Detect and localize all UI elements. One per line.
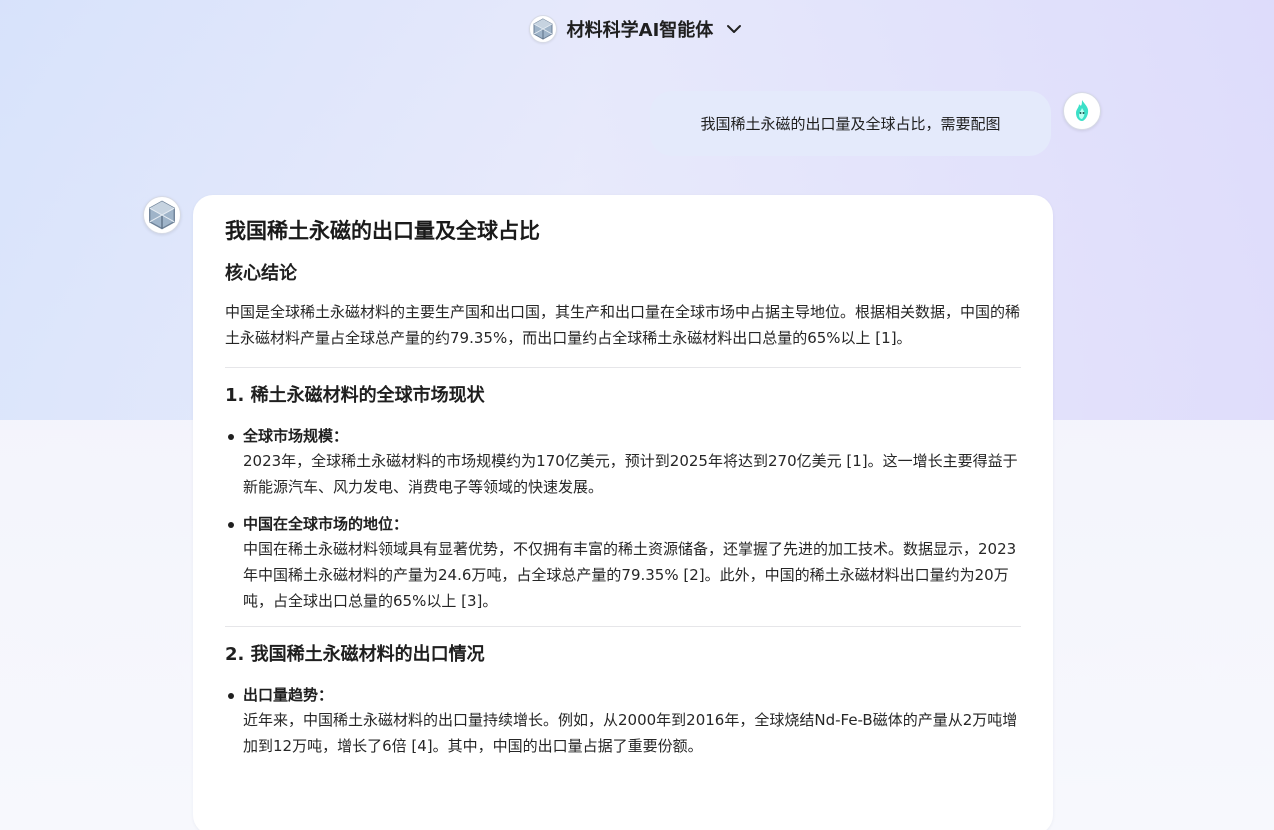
list-item: 中国在全球市场的地位： 中国在稀土永磁材料领域具有显著优势，不仅拥有丰富的稀土资… — [225, 512, 1021, 614]
assistant-avatar — [143, 196, 181, 234]
core-conclusion-text: 中国是全球稀土永磁材料的主要生产国和出口国，其生产和出口量在全球市场中占据主导地… — [225, 303, 1021, 347]
crystal-lattice-icon — [528, 15, 557, 43]
answer-title: 我国稀土永磁的出口量及全球占比 — [225, 219, 540, 243]
list-item-text: 中国在稀土永磁材料领域具有显著优势，不仅拥有丰富的稀土资源储备，还掌握了先进的加… — [243, 540, 1017, 610]
app-title: 材料科学AI智能体 — [566, 20, 714, 41]
list-item-label: 出口量趋势： — [243, 686, 334, 704]
user-message-bubble: 我国稀土永磁的出口量及全球占比，需要配图 — [650, 91, 1051, 156]
bullet-list: 出口量趋势： 近年来，中国稀土永磁材料的出口量持续增长。例如，从2000年到20… — [225, 683, 1021, 759]
assistant-answer-card: 我国稀土永磁的出口量及全球占比 核心结论 中国是全球稀土永磁材料的主要生产国和出… — [193, 195, 1053, 830]
core-conclusion-heading: 核心结论 — [225, 263, 297, 284]
app-header: 材料科学AI智能体 — [0, 12, 1274, 46]
list-item-label: 中国在全球市场的地位： — [243, 515, 409, 533]
divider — [225, 367, 1021, 368]
section-heading: 2. 我国稀土永磁材料的出口情况 — [225, 644, 485, 665]
flame-avatar-icon[interactable] — [1063, 92, 1101, 130]
list-item-text: 2023年，全球稀土永磁材料的市场规模约为170亿美元，预计到2025年将达到2… — [243, 452, 1018, 496]
bullet-list: 全球市场规模： 2023年，全球稀土永磁材料的市场规模约为170亿美元，预计到2… — [225, 424, 1021, 614]
list-item: 全球市场规模： 2023年，全球稀土永磁材料的市场规模约为170亿美元，预计到2… — [225, 424, 1021, 500]
list-item-label: 全球市场规模： — [243, 427, 349, 445]
list-item: 出口量趋势： 近年来，中国稀土永磁材料的出口量持续增长。例如，从2000年到20… — [225, 683, 1021, 759]
list-item-text: 近年来，中国稀土永磁材料的出口量持续增长。例如，从2000年到2016年，全球烧… — [243, 711, 1018, 755]
section-heading: 1. 稀土永磁材料的全球市场现状 — [225, 385, 485, 406]
crystal-lattice-icon — [149, 200, 175, 230]
divider — [225, 626, 1021, 627]
chevron-down-icon[interactable] — [723, 18, 745, 40]
user-message-text: 我国稀土永磁的出口量及全球占比，需要配图 — [700, 115, 1001, 133]
